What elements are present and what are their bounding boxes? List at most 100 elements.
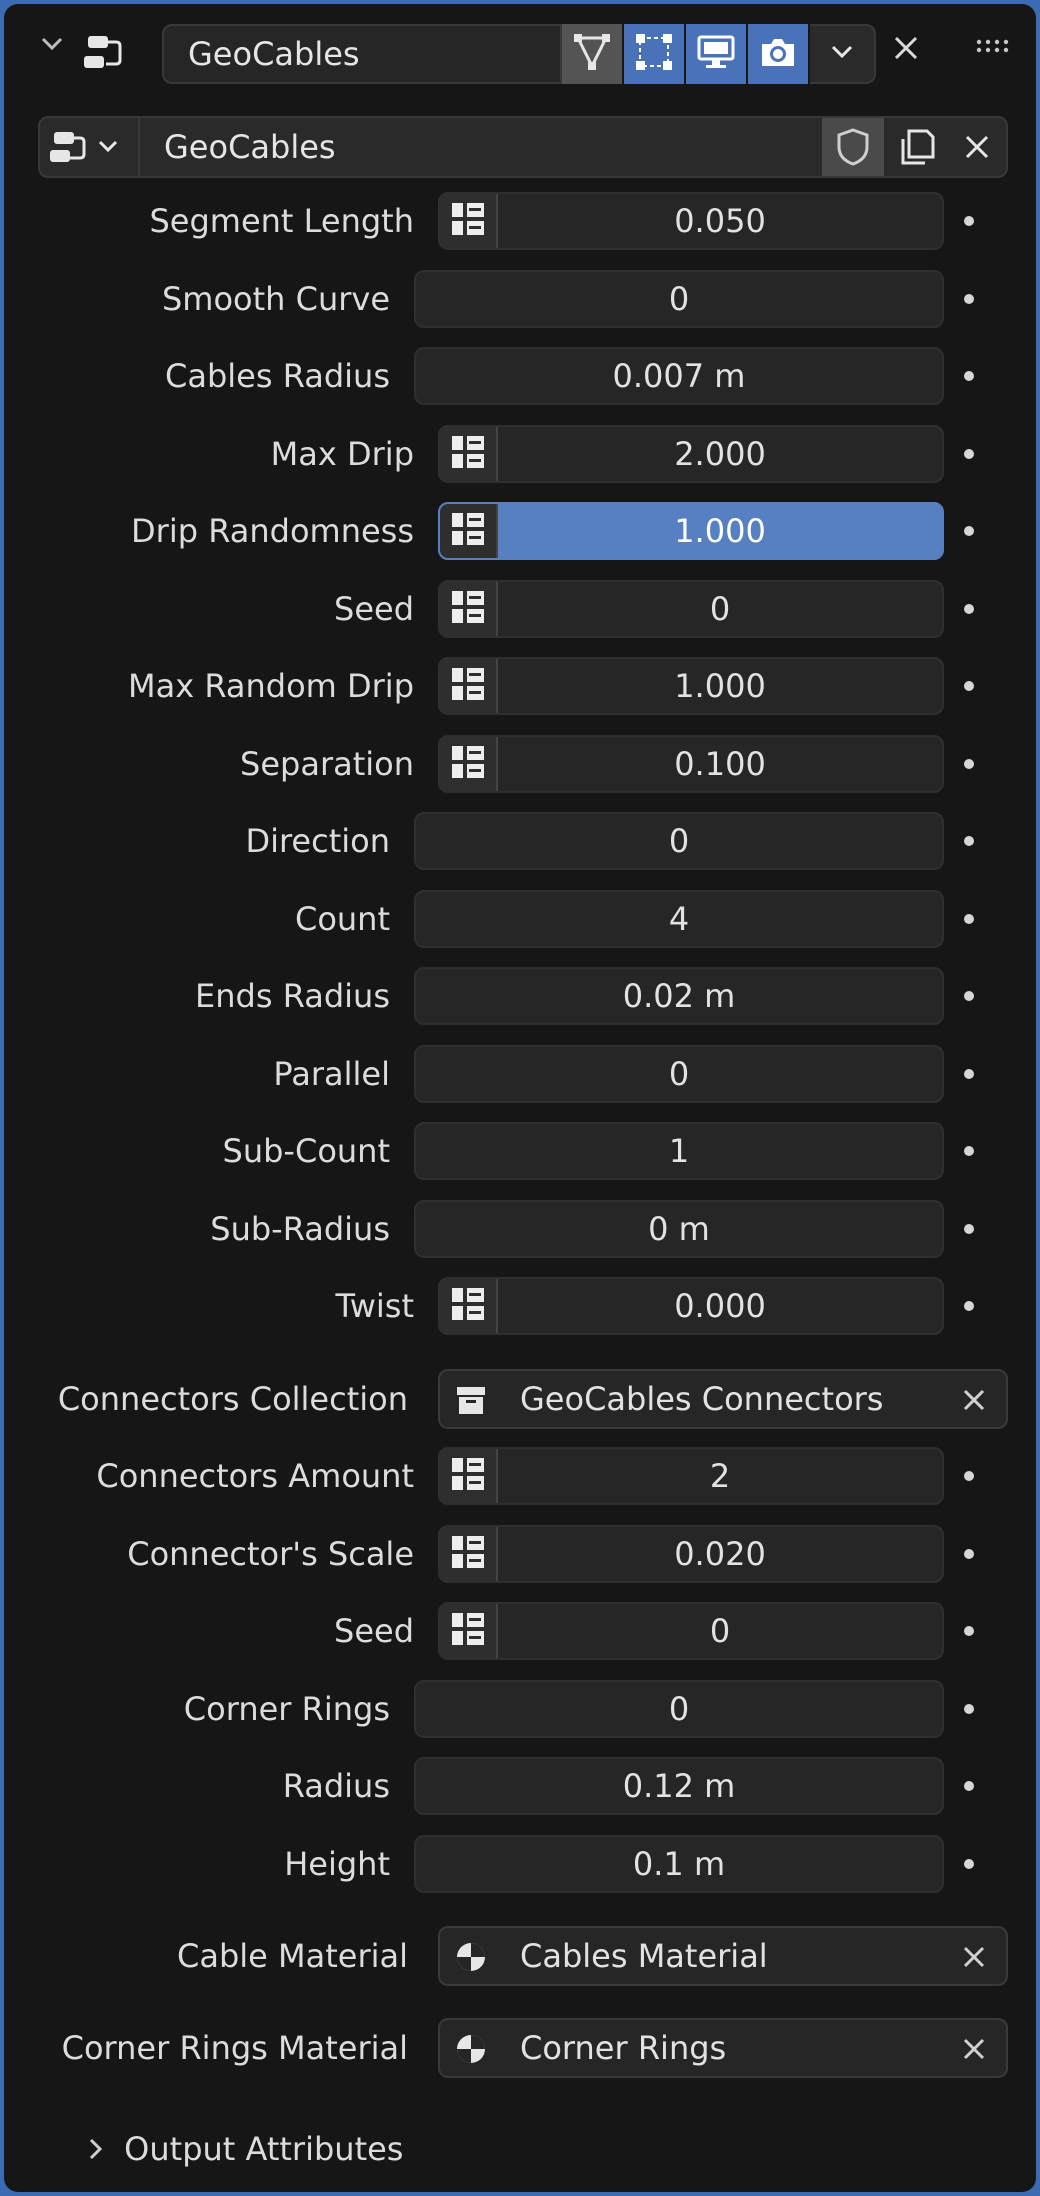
drip-randomness-field[interactable]: 1.000 — [438, 502, 944, 560]
modifier-options-dropdown[interactable] — [810, 24, 876, 84]
keyframe-dot-icon[interactable] — [964, 681, 974, 691]
unlink-node-group-button[interactable] — [946, 118, 1008, 176]
twist-value: 0.000 — [674, 1287, 766, 1325]
cable-material-label: Cable Material — [176, 1937, 408, 1975]
viewport-display-icon — [696, 34, 736, 74]
corner-rings-row: Corner Rings 0 — [4, 1678, 1036, 1740]
attribute-toggle-button[interactable] — [440, 504, 498, 558]
collection-icon — [454, 1383, 488, 1417]
max-drip-field[interactable]: 2.000 — [438, 424, 944, 483]
keyframe-dot-icon[interactable] — [964, 991, 974, 1001]
clear-collection-button[interactable] — [960, 1371, 988, 1427]
clear-material-button[interactable] — [960, 2020, 988, 2076]
keyframe-dot-icon[interactable] — [964, 836, 974, 846]
height-field[interactable]: 0.1 m — [414, 1834, 944, 1893]
cable-material-field[interactable]: Cables Material — [438, 1926, 1008, 1986]
seed-2-label: Seed — [334, 1612, 414, 1650]
viewport-display-toggle[interactable] — [686, 24, 746, 84]
attribute-toggle-button[interactable] — [440, 659, 498, 713]
connectors-collection-field[interactable]: GeoCables Connectors — [438, 1369, 1008, 1429]
sub-radius-field[interactable]: 0 m — [414, 1199, 944, 1258]
attribute-toggle-button[interactable] — [440, 1604, 498, 1658]
parallel-field[interactable]: 0 — [414, 1044, 944, 1103]
height-row: Height 0.1 m — [4, 1833, 1036, 1895]
separation-field[interactable]: 0.100 — [438, 734, 944, 793]
corner-rings-field[interactable]: 0 — [414, 1679, 944, 1738]
keyframe-dot-icon[interactable] — [964, 1068, 974, 1079]
keyframe-dot-icon[interactable] — [964, 603, 974, 614]
corner-rings-material-field[interactable]: Corner Rings — [438, 2018, 1008, 2078]
separation-value: 0.100 — [674, 744, 766, 783]
keyframe-dot-icon[interactable] — [964, 448, 974, 459]
keyframe-dot-icon[interactable] — [964, 293, 974, 304]
keyframe-dot-icon[interactable] — [964, 216, 974, 226]
sub-radius-label: Sub-Radius — [210, 1209, 390, 1248]
keyframe-dot-icon[interactable] — [964, 1548, 974, 1559]
sub-radius-row: Sub-Radius 0 m — [4, 1198, 1036, 1260]
render-toggle[interactable] — [748, 24, 808, 84]
keyframe-dot-icon[interactable] — [964, 1223, 974, 1234]
twist-row: Twist 0.000 — [4, 1275, 1036, 1337]
direction-field[interactable]: 0 — [414, 812, 944, 870]
keyframe-dot-icon[interactable] — [964, 1626, 974, 1636]
on-cage-toggle[interactable] — [624, 24, 684, 84]
keyframe-dot-icon[interactable] — [964, 758, 974, 769]
edit-mode-toggle[interactable] — [562, 24, 622, 84]
max-random-drip-row: Max Random Drip 1.000 — [4, 655, 1036, 717]
parallel-label: Parallel — [273, 1054, 390, 1093]
seed-field[interactable]: 0 — [438, 579, 944, 638]
radius-field[interactable]: 0.12 m — [414, 1757, 944, 1815]
attribute-toggle-button[interactable] — [440, 1279, 498, 1333]
fake-user-button[interactable] — [822, 118, 884, 176]
render-icon — [758, 34, 798, 74]
keyframe-dot-icon[interactable] — [964, 1146, 974, 1156]
corner-rings-material-row: Corner Rings Material Corner Rings — [4, 2017, 1036, 2079]
clear-material-button[interactable] — [960, 1928, 988, 1984]
attribute-toggle-button[interactable] — [440, 1526, 498, 1581]
seed-2-field[interactable]: 0 — [438, 1602, 944, 1660]
max-random-drip-field[interactable]: 1.000 — [438, 657, 944, 715]
count-field[interactable]: 4 — [414, 889, 944, 948]
connector-s-scale-field[interactable]: 0.020 — [438, 1524, 944, 1583]
keyframe-dot-icon[interactable] — [964, 1781, 974, 1791]
attribute-toggle-button[interactable] — [440, 1449, 498, 1503]
attribute-toggle-button[interactable] — [440, 426, 498, 481]
keyframe-dot-icon[interactable] — [964, 913, 974, 924]
edit-mode-icon — [572, 32, 612, 76]
keyframe-dot-icon[interactable] — [964, 1703, 974, 1714]
duplicate-node-group-button[interactable] — [886, 118, 948, 176]
cables-radius-field[interactable]: 0.007 m — [414, 347, 944, 405]
keyframe-dot-icon[interactable] — [964, 526, 974, 536]
shield-icon — [837, 128, 869, 166]
twist-field[interactable]: 0.000 — [438, 1277, 944, 1335]
connectors-amount-field[interactable]: 2 — [438, 1447, 944, 1505]
count-row: Count 4 — [4, 888, 1036, 950]
height-label: Height — [284, 1844, 390, 1883]
attribute-toggle-button[interactable] — [440, 581, 498, 636]
node-group-name[interactable]: GeoCables — [164, 118, 336, 176]
keyframe-dot-icon[interactable] — [964, 1471, 974, 1481]
node-group-browse-button[interactable] — [40, 118, 140, 176]
ends-radius-label: Ends Radius — [195, 977, 390, 1015]
attribute-toggle-button[interactable] — [440, 736, 498, 791]
segment-length-field[interactable]: 0.050 — [438, 192, 944, 250]
radius-label: Radius — [282, 1767, 390, 1805]
output-attributes-panel[interactable]: Output Attributes — [86, 2130, 403, 2168]
smooth-curve-field[interactable]: 0 — [414, 269, 944, 328]
close-icon — [960, 1935, 988, 1976]
keyframe-dot-icon[interactable] — [964, 1301, 974, 1311]
drag-handle-icon[interactable] — [976, 38, 1012, 54]
remove-modifier-button[interactable] — [888, 30, 924, 75]
direction-row: Direction 0 — [4, 810, 1036, 872]
attribute-toggle-button[interactable] — [440, 194, 498, 248]
count-value: 4 — [668, 899, 690, 938]
keyframe-dot-icon[interactable] — [964, 371, 974, 381]
modifier-name-field[interactable]: GeoCables — [162, 24, 562, 84]
max-drip-label: Max Drip — [270, 434, 414, 473]
ends-radius-field[interactable]: 0.02 m — [414, 967, 944, 1025]
keyframe-dot-icon[interactable] — [964, 1858, 974, 1869]
sub-count-field[interactable]: 1 — [414, 1122, 944, 1180]
on-cage-icon — [634, 32, 674, 76]
collapse-chevron-icon[interactable] — [38, 30, 66, 65]
smooth-curve-value: 0 — [668, 279, 690, 318]
